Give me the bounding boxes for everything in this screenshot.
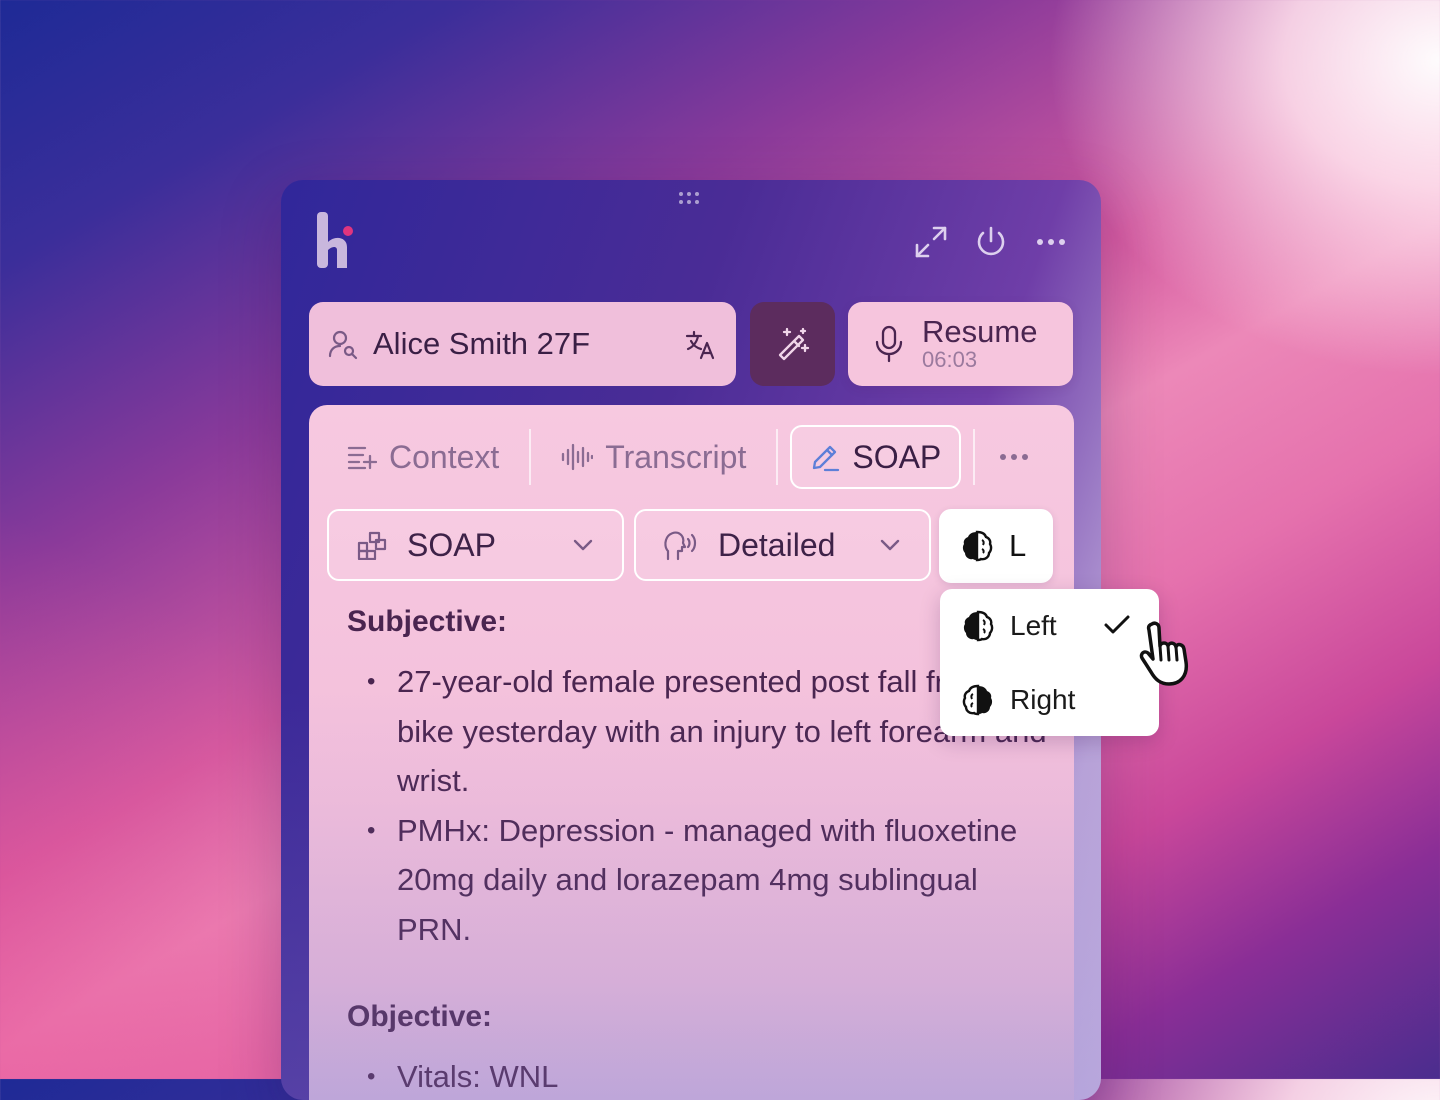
brain-right-icon	[962, 684, 994, 716]
chevron-down-icon	[879, 538, 901, 552]
detail-level-value: Detailed	[718, 526, 836, 563]
tab-soap-label: SOAP	[852, 438, 942, 475]
brain-left-icon	[961, 530, 993, 562]
tab-divider	[529, 429, 532, 485]
tab-bar: Context Transcript SOAP	[329, 425, 1059, 489]
list-item: Vitals: WNL	[367, 1052, 1047, 1100]
translate-icon[interactable]	[684, 327, 718, 361]
patient-selector[interactable]: Alice Smith 27F	[309, 302, 736, 386]
recording-timer: 06:03	[922, 347, 978, 372]
waveform-icon	[561, 442, 594, 472]
power-icon[interactable]	[971, 222, 1011, 262]
resume-label: Resume	[922, 314, 1038, 349]
chevron-down-icon	[572, 538, 594, 552]
menu-item-right[interactable]: Right	[962, 673, 1142, 727]
tab-divider	[973, 429, 976, 485]
checkmark-icon	[1103, 614, 1131, 641]
speaking-head-icon	[664, 529, 698, 561]
patient-name: Alice Smith 27F	[373, 326, 591, 361]
template-dropdown[interactable]: SOAP	[327, 509, 624, 581]
magic-wand-icon	[775, 326, 811, 362]
tabs-more-icon[interactable]	[999, 425, 1029, 489]
section-heading-objective: Objective:	[347, 1000, 493, 1033]
laterality-button[interactable]: L	[939, 509, 1053, 583]
laterality-value: L	[1009, 528, 1027, 563]
microphone-icon	[874, 325, 904, 363]
detail-level-dropdown[interactable]: Detailed	[634, 509, 931, 581]
expand-icon[interactable]	[911, 222, 951, 262]
list-item: PMHx: Depression - managed with fluoxeti…	[367, 806, 1047, 955]
tab-context[interactable]: Context	[329, 425, 517, 489]
app-logo	[317, 212, 353, 268]
template-icon	[357, 530, 387, 560]
magic-wand-button[interactable]	[750, 302, 835, 386]
menu-item-left-label: Left	[1010, 610, 1057, 641]
tab-soap[interactable]: SOAP	[790, 425, 962, 489]
brain-left-icon	[962, 610, 994, 642]
tab-transcript[interactable]: Transcript	[543, 425, 764, 489]
laterality-menu: Left Right	[940, 589, 1159, 736]
list-add-icon	[347, 444, 377, 470]
hand-pointer-icon	[1139, 621, 1189, 686]
tab-transcript-label: Transcript	[605, 438, 747, 475]
tab-context-label: Context	[389, 438, 500, 475]
objective-list: Vitals: WNL	[347, 1052, 1047, 1100]
more-icon[interactable]	[1031, 222, 1071, 262]
pencil-icon	[810, 442, 840, 472]
note-card: Context Transcript SOAP SOAP Detailed L …	[309, 405, 1074, 1100]
tab-divider	[776, 429, 779, 485]
user-search-icon	[327, 328, 359, 360]
menu-item-right-label: Right	[1010, 684, 1076, 715]
resume-recording-button[interactable]: Resume 06:03	[848, 302, 1073, 386]
template-value: SOAP	[407, 526, 496, 563]
